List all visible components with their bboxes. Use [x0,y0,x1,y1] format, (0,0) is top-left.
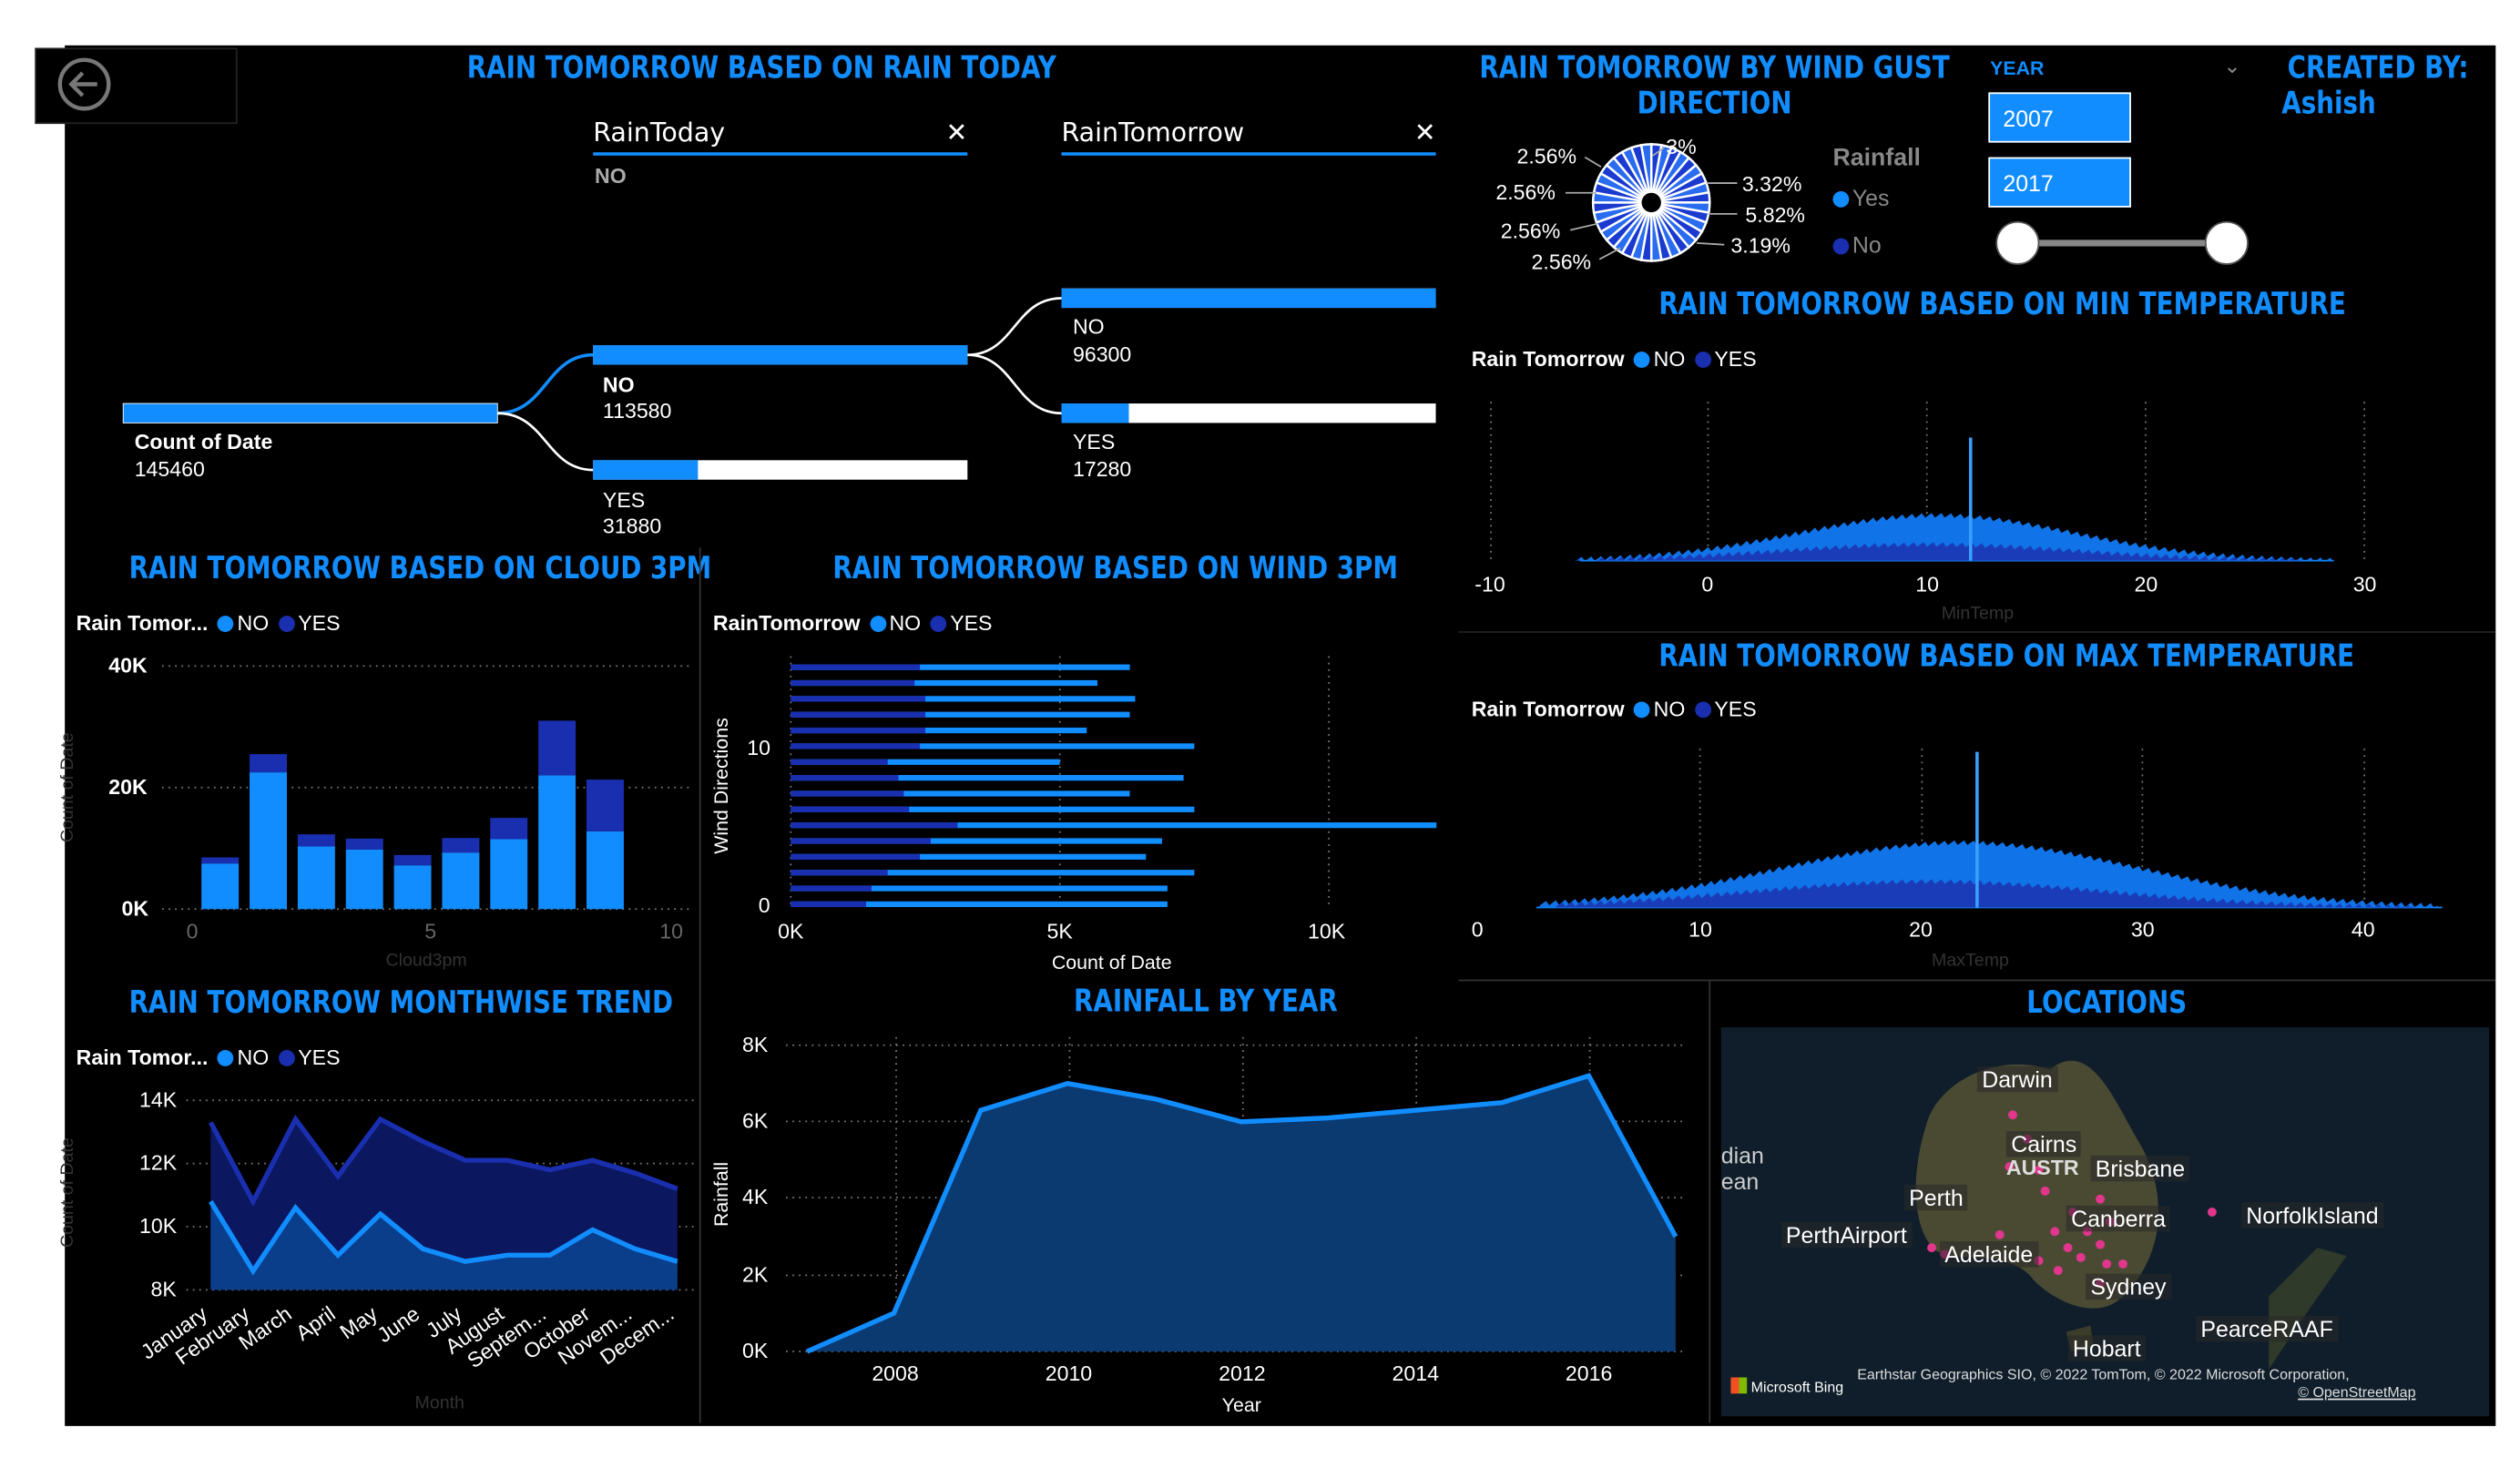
panel-separators [699,547,2496,1423]
dashboard-canvas: RAIN TOMORROW BASED ON RAIN TODAY RainTo… [0,0,2520,1458]
